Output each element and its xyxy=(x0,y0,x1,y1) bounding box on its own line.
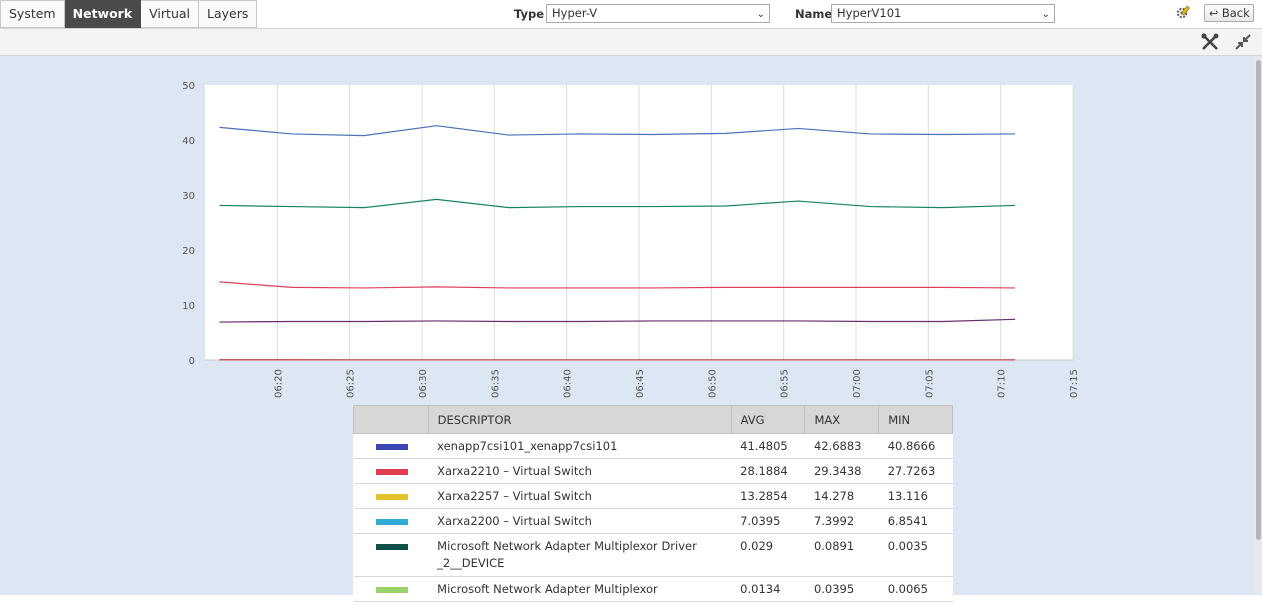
series-color-cell xyxy=(354,534,429,577)
series-color-swatch xyxy=(376,587,408,593)
series-color-cell xyxy=(354,434,429,459)
max-cell: 0.0891 xyxy=(805,534,879,577)
avg-cell: 0.0134 xyxy=(731,577,805,602)
min-cell: 0.0065 xyxy=(879,577,953,602)
x-tick-label: 06:25 xyxy=(346,369,357,398)
y-tick-label: 10 xyxy=(182,301,195,312)
x-tick-label: 06:30 xyxy=(418,369,429,398)
x-tick-label: 06:35 xyxy=(490,369,501,398)
avg-cell: 0.029 xyxy=(731,534,805,577)
min-cell: 13.116 xyxy=(879,484,953,509)
descriptor-cell: Xarxa2200 – Virtual Switch xyxy=(428,509,731,534)
descriptor-cell: Xarxa2210 – Virtual Switch xyxy=(428,459,731,484)
series-color-cell xyxy=(354,484,429,509)
avg-column-header[interactable]: AVG xyxy=(731,406,805,434)
table-row[interactable]: Xarxa2257 – Virtual Switch13.285414.2781… xyxy=(354,484,953,509)
legend-table: DESCRIPTOR AVG MAX MIN xenapp7csi101_xen… xyxy=(353,405,953,602)
table-row[interactable]: xenapp7csi101_xenapp7csi10141.480542.688… xyxy=(354,434,953,459)
max-cell: 14.278 xyxy=(805,484,879,509)
y-tick-label: 30 xyxy=(182,191,195,202)
x-tick-label: 06:50 xyxy=(707,369,718,398)
min-cell: 0.0035 xyxy=(879,534,953,577)
x-tick-label: 07:15 xyxy=(1069,369,1080,398)
table-header-row: DESCRIPTOR AVG MAX MIN xyxy=(354,406,953,434)
avg-cell: 13.2854 xyxy=(731,484,805,509)
series-color-cell xyxy=(354,509,429,534)
min-cell: 27.7263 xyxy=(879,459,953,484)
descriptor-cell: Microsoft Network Adapter Multiplexor Dr… xyxy=(428,534,731,577)
min-column-header[interactable]: MIN xyxy=(879,406,953,434)
avg-cell: 41.4805 xyxy=(731,434,805,459)
descriptor-cell: Xarxa2257 – Virtual Switch xyxy=(428,484,731,509)
series-color-swatch xyxy=(376,494,408,500)
color-column-header xyxy=(354,406,429,434)
series-color-cell xyxy=(354,577,429,602)
network-line-chart: 06:20 06:25 06:30 06:35 06:40 06:45 06:50 06:55… xyxy=(0,0,1262,405)
descriptor-cell: xenapp7csi101_xenapp7csi101 xyxy=(428,434,731,459)
min-cell: 40.8666 xyxy=(879,434,953,459)
y-tick-label: 0 xyxy=(189,356,195,367)
x-tick-label: 07:00 xyxy=(852,369,863,398)
descriptor-column-header[interactable]: DESCRIPTOR xyxy=(428,406,731,434)
table-row[interactable]: Xarxa2200 – Virtual Switch7.03957.39926.… xyxy=(354,509,953,534)
series-color-swatch xyxy=(376,519,408,525)
series-color-swatch xyxy=(376,544,408,550)
max-cell: 42.6883 xyxy=(805,434,879,459)
y-tick-label: 20 xyxy=(182,246,195,257)
min-cell: 6.8541 xyxy=(879,509,953,534)
descriptor-cell: Microsoft Network Adapter Multiplexor xyxy=(428,577,731,602)
series-color-cell xyxy=(354,459,429,484)
max-column-header[interactable]: MAX xyxy=(805,406,879,434)
max-cell: 7.3992 xyxy=(805,509,879,534)
avg-cell: 7.0395 xyxy=(731,509,805,534)
series-color-swatch xyxy=(376,444,408,450)
series-color-swatch xyxy=(376,469,408,475)
x-tick-label: 06:45 xyxy=(635,369,646,398)
avg-cell: 28.1884 xyxy=(731,459,805,484)
x-tick-label: 07:05 xyxy=(924,369,935,398)
max-cell: 29.3438 xyxy=(805,459,879,484)
x-tick-label: 06:55 xyxy=(780,369,791,398)
y-tick-label: 40 xyxy=(182,136,195,147)
x-tick-label: 07:10 xyxy=(997,369,1008,398)
table-row[interactable]: Xarxa2210 – Virtual Switch28.188429.3438… xyxy=(354,459,953,484)
max-cell: 0.0395 xyxy=(805,577,879,602)
y-tick-label: 50 xyxy=(182,81,195,92)
x-tick-label: 06:40 xyxy=(563,369,574,398)
table-row[interactable]: Microsoft Network Adapter Multiplexor0.0… xyxy=(354,577,953,602)
x-tick-label: 06:20 xyxy=(273,369,284,398)
table-row[interactable]: Microsoft Network Adapter Multiplexor Dr… xyxy=(354,534,953,577)
